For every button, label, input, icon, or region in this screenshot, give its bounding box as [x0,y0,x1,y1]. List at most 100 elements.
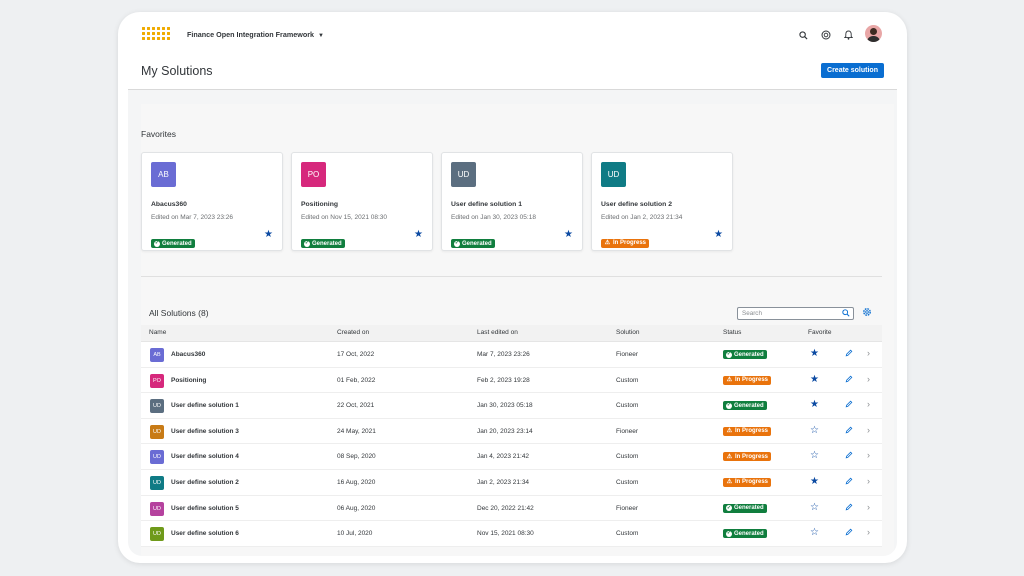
edit-pencil-icon[interactable] [845,477,853,487]
col-last-edited[interactable]: Last edited on [477,329,518,336]
col-solution[interactable]: Solution [616,329,640,336]
favorite-star-icon[interactable]: ★ [714,229,723,240]
status-badge: ⚠ In Progress [723,426,772,436]
favorite-card[interactable]: UD User define solution 2 Edited on Jan 2,… [591,152,733,251]
chevron-right-icon[interactable]: › [867,399,870,409]
favorite-star-icon[interactable]: ★ [414,229,423,240]
cell-solution: Fioneer [616,351,639,358]
solutions-section: Favorites AB Abacus360 Edited on Mar 7, 20… [141,104,894,556]
table-row[interactable]: UD User define solution 3 24 May, 2021 Jan … [141,418,882,445]
all-solutions-title: All Solutions (8) [149,308,209,318]
search-icon[interactable] [797,29,809,41]
cell-solution: Custom [616,453,639,461]
edit-pencil-icon[interactable] [845,400,853,410]
table-row[interactable]: UD User define solution 4 08 Sep, 2020 Jan … [141,444,882,470]
solutions-table: Name Created on Last edited on Solution … [141,325,882,547]
cell-solution: Custom [616,376,639,384]
cell-name: User define solution 3 [171,427,239,435]
edit-pencil-icon[interactable] [845,426,853,436]
col-created-on[interactable]: Created on [337,329,369,336]
favorite-card[interactable]: PO Positioning Edited on Nov 15, 2021 08:3… [291,152,433,251]
status-text: Generated [734,505,764,512]
favorite-card[interactable]: UD User define solution 1 Edited on Jan 30… [441,152,583,251]
card-title: User define solution 2 [601,201,673,208]
table-row[interactable]: UD User define solution 1 22 Oct, 2021 Jan … [141,393,882,419]
edit-pencil-icon[interactable] [845,349,853,359]
cell-name: User define solution 1 [171,402,239,410]
app-title-menu[interactable]: Finance Open Integration Framework ▼ [187,30,324,39]
solution-tile: UD [451,162,476,187]
favorite-star-icon[interactable]: ★ [564,229,573,240]
edit-pencil-icon[interactable] [845,503,853,513]
warning-icon: ⚠ [726,479,733,486]
table-row[interactable]: AB Abacus360 17 Oct, 2022 Mar 7, 2023 23:26… [141,342,882,368]
cell-last-edited: Dec 20, 2022 21:42 [477,504,534,512]
cell-created-on: 01 Feb, 2022 [337,376,376,384]
solution-tile: UD [150,501,164,516]
card-edited-date: Edited on Jan 30, 2023 05:18 [451,214,536,221]
card-status: ⚠ In Progress [601,231,650,249]
chevron-right-icon[interactable]: › [867,476,870,486]
app-screen: Finance Open Integration Framework ▼ My S… [128,19,897,556]
star-outline-icon[interactable]: ☆ [810,450,819,461]
star-outline-icon[interactable]: ☆ [810,502,819,513]
search-input[interactable]: Search [737,307,854,320]
chevron-right-icon[interactable]: › [867,348,870,358]
edit-pencil-icon[interactable] [845,375,853,385]
create-solution-button[interactable]: Create solution [821,63,884,78]
table-settings-icon[interactable] [862,307,872,320]
solution-tile: UD [601,162,626,187]
cell-name: User define solution 5 [171,504,239,512]
cell-status: ✓ Generated [723,503,767,513]
col-name[interactable]: Name [149,329,166,336]
chevron-right-icon[interactable]: › [867,374,870,384]
status-text: Generated [734,351,764,358]
edit-pencil-icon[interactable] [845,451,853,461]
chevron-right-icon[interactable]: › [867,502,870,512]
copilot-icon[interactable] [820,29,832,41]
table-row[interactable]: PO Positioning 01 Feb, 2022 Feb 2, 2023 19:… [141,367,882,394]
table-row[interactable]: UD User define solution 6 10 Jul, 2020 Nov … [141,521,882,547]
search-placeholder: Search [742,310,762,317]
card-edited-date: Edited on Mar 7, 2023 23:26 [151,214,234,221]
table-row[interactable]: UD User define solution 2 16 Aug, 2020 Jan … [141,469,882,496]
cell-status: ⚠ In Progress [723,375,772,385]
status-badge: ⚠ In Progress [723,477,772,487]
table-row[interactable]: UD User define solution 5 06 Aug, 2020 Dec … [141,495,882,522]
favorite-star-icon[interactable]: ★ [264,229,273,240]
user-avatar[interactable] [865,25,882,42]
col-favorite[interactable]: Favorite [808,329,831,336]
chevron-right-icon[interactable]: › [867,527,870,537]
star-filled-icon[interactable]: ★ [810,399,819,410]
card-status: ✓ Generated [151,231,195,249]
page-title: My Solutions [141,64,213,78]
status-text: Generated [462,240,492,247]
star-filled-icon[interactable]: ★ [810,476,819,487]
status-badge: ✓ Generated [301,239,345,248]
cell-last-edited: Nov 15, 2021 08:30 [477,530,534,538]
solution-tile: UD [150,450,164,465]
star-filled-icon[interactable]: ★ [810,374,819,385]
edit-pencil-icon[interactable] [845,528,853,538]
cell-status: ⚠ In Progress [723,477,772,487]
bell-icon[interactable] [842,29,854,41]
cell-name: Positioning [171,376,207,384]
chevron-right-icon[interactable]: › [867,425,870,435]
solution-tile: UD [150,527,164,542]
search-icon[interactable] [842,309,850,319]
star-outline-icon[interactable]: ☆ [810,425,819,436]
cell-status: ⚠ In Progress [723,426,772,436]
chevron-right-icon[interactable]: › [867,450,870,460]
favorite-card[interactable]: AB Abacus360 Edited on Mar 7, 2023 23:26 ✓ G… [141,152,283,251]
warning-icon: ⚠ [604,240,611,246]
star-outline-icon[interactable]: ☆ [810,527,819,538]
cell-status: ✓ Generated [723,350,767,359]
solution-tile: AB [151,162,176,187]
check-circle-icon: ✓ [726,351,732,358]
device-frame: Finance Open Integration Framework ▼ My S… [118,12,907,563]
company-logo[interactable] [142,27,172,41]
cell-status: ⚠ In Progress [723,452,772,462]
col-status[interactable]: Status [723,329,741,336]
star-filled-icon[interactable]: ★ [810,348,819,359]
cell-name: User define solution 2 [171,478,239,486]
